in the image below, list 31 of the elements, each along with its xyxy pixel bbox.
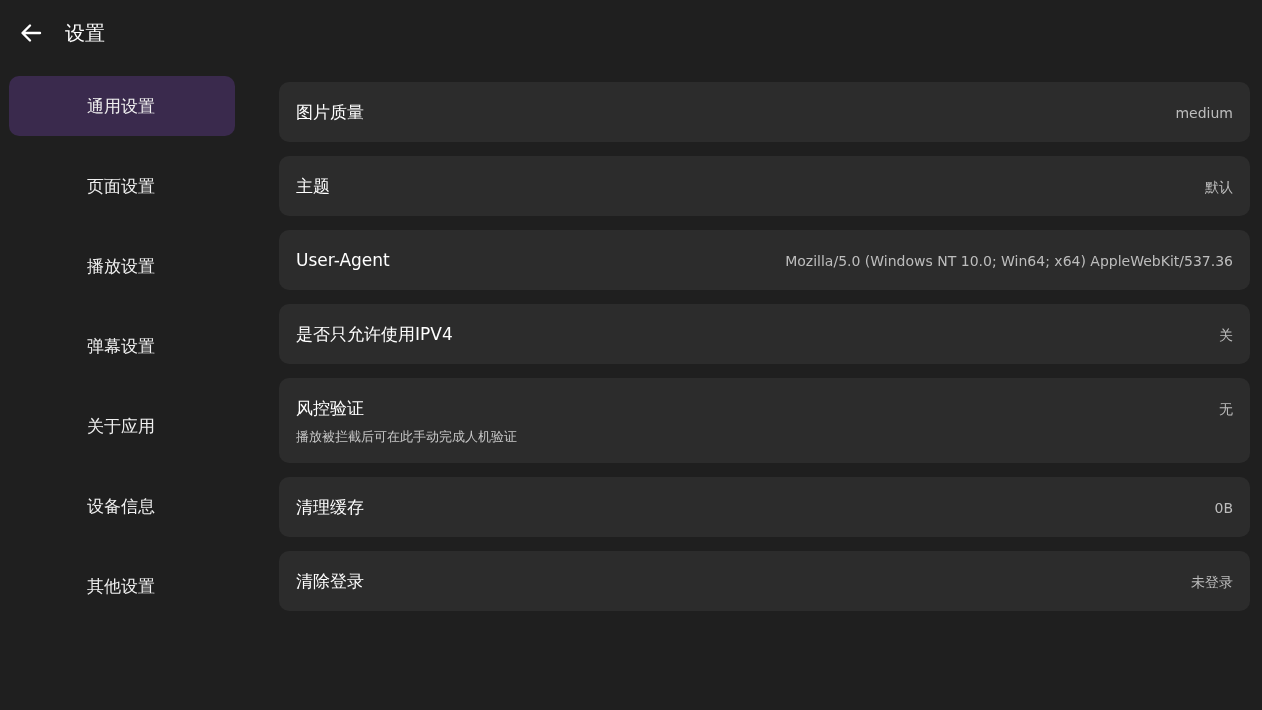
setting-label: 图片质量 [296,101,364,124]
setting-label: 是否只允许使用IPV4 [296,323,453,346]
setting-card[interactable]: User-Agent Mozilla/5.0 (Windows NT 10.0; Win64; x64) AppleWebKit/537.36 [279,230,1250,290]
sidebar-item[interactable]: 关于应用 [9,396,235,456]
setting-label: User-Agent [296,249,390,272]
setting-value: 0B [1214,499,1233,518]
sidebar-item[interactable]: 弹幕设置 [9,316,235,376]
sidebar-item[interactable]: 播放设置 [9,236,235,296]
back-icon[interactable] [19,21,43,45]
setting-card[interactable]: 是否只允许使用IPV4 关 [279,304,1250,364]
setting-value: 未登录 [1191,573,1233,592]
setting-value: medium [1175,104,1233,123]
sidebar-item[interactable]: 其他设置 [9,556,235,616]
setting-card[interactable]: 清理缓存 0B [279,477,1250,537]
setting-label: 主题 [296,175,330,198]
setting-value: 关 [1219,326,1233,345]
sidebar-item[interactable]: 通用设置 [9,76,235,136]
setting-description: 播放被拦截后可在此手动完成人机验证 [296,428,517,446]
setting-label: 清除登录 [296,570,364,593]
page-title: 设置 [65,19,105,47]
setting-card[interactable]: 清除登录 未登录 [279,551,1250,611]
setting-card[interactable]: 主题 默认 [279,156,1250,216]
setting-card[interactable]: 图片质量 medium [279,82,1250,142]
setting-value: 无 [1219,400,1233,419]
sidebar-item[interactable]: 设备信息 [9,476,235,536]
setting-value: 默认 [1205,178,1233,197]
setting-label: 清理缓存 [296,496,364,519]
setting-label: 风控验证 [296,397,365,420]
setting-card[interactable]: 风控验证 播放被拦截后可在此手动完成人机验证 无 [279,378,1250,463]
sidebar-item[interactable]: 页面设置 [9,156,235,216]
setting-value: Mozilla/5.0 (Windows NT 10.0; Win64; x64) AppleWebKit/537.36 [785,252,1233,271]
